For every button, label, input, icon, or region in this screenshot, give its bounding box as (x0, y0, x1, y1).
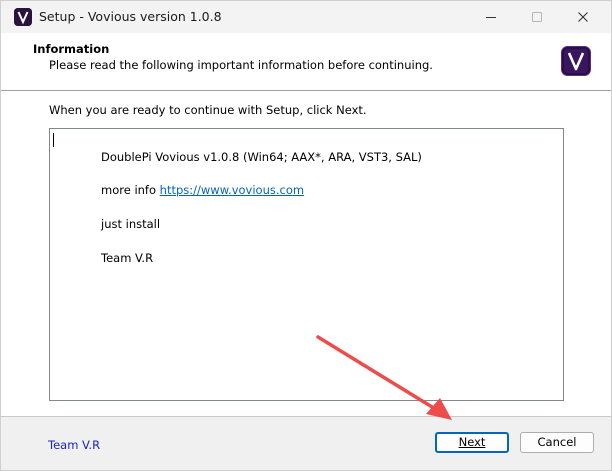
memo-more-info-label: more info (101, 183, 160, 197)
next-button-label: Next (458, 435, 486, 449)
cancel-button[interactable]: Cancel (520, 432, 594, 453)
page-title: Information (33, 42, 110, 56)
info-memo[interactable]: DoublePi Vovious v1.0.8 (Win64; AAX*, AR… (49, 128, 564, 401)
main-panel: When you are ready to continue with Setu… (1, 91, 611, 416)
footer-team-label: Team V.R (48, 438, 101, 452)
title-bar[interactable]: Setup - Vovious version 1.0.8 (1, 1, 611, 33)
minimize-icon (486, 17, 496, 18)
instruction-text: When you are ready to continue with Setu… (49, 103, 367, 117)
maximize-icon (532, 12, 542, 22)
footer-divider (1, 416, 611, 417)
memo-line-install: just install (101, 217, 161, 231)
website-link[interactable]: https://www.vovious.com (160, 183, 304, 197)
setup-window: Setup - Vovious version 1.0.8 Informatio… (0, 0, 612, 471)
memo-line-team: Team V.R (101, 251, 154, 265)
memo-line-more-info: more info https://www.vovious.com (101, 183, 304, 197)
wizard-header: Information Please read the following im… (1, 33, 611, 90)
close-icon (578, 12, 588, 22)
memo-line-product: DoublePi Vovious v1.0.8 (Win64; AAX*, AR… (101, 150, 422, 164)
minimize-button[interactable] (468, 1, 514, 33)
vovious-logo-icon (561, 46, 591, 76)
maximize-button[interactable] (514, 1, 560, 33)
text-caret (53, 133, 54, 147)
window-title: Setup - Vovious version 1.0.8 (39, 9, 222, 24)
next-button[interactable]: Next (435, 432, 509, 453)
close-button[interactable] (560, 1, 606, 33)
vovious-logo-icon (14, 8, 32, 26)
cancel-button-label: Cancel (537, 435, 577, 449)
page-subtitle: Please read the following important info… (49, 58, 433, 72)
